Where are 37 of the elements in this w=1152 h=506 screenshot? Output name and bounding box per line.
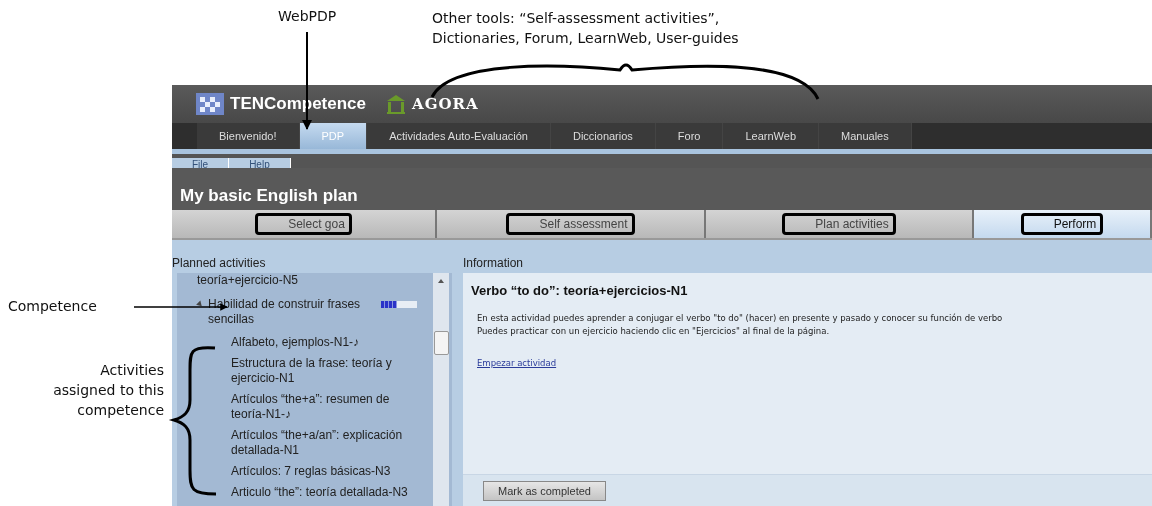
annotation-label: Other tools: “Self-assessment activities”, (432, 9, 721, 28)
step-tab[interactable]: Self assessment (437, 210, 706, 238)
annotation-label: Competence (8, 298, 97, 314)
brand-name: TENCompetence (230, 94, 367, 114)
temple-icon (386, 94, 407, 114)
nav-tab[interactable]: Manuales (819, 123, 912, 149)
activity-item[interactable]: Articulo “the”: teoría detallada-N3 (197, 482, 433, 503)
activity-item[interactable]: teoría+ejercicio-N5 (197, 273, 433, 291)
nav-tab[interactable]: Foro (655, 123, 724, 149)
logo-text: AGORA (412, 95, 479, 113)
nav-tab[interactable]: Diccionarios (550, 123, 656, 149)
annotation-label: Activities (100, 361, 164, 380)
mark-completed-button[interactable]: Mark as completed (483, 481, 606, 501)
plan-title: My basic English plan (180, 186, 358, 206)
activity-description: En esta actividad puedes aprender a conjugar el verbo "to do" (hacer) en presente y pasado y conocer su función de verbo Puedes practicar con un ejercicio haciendo clic en "Ejercicios" al final de la página. (477, 312, 1004, 338)
activity-heading: Verbo “to do”: teoría+ejercicios-N1 (471, 283, 689, 298)
activity-item[interactable]: Artículos “the+a/an”: explicación detallada-N1 (197, 425, 433, 461)
progress-meter (381, 301, 417, 308)
scrollbar[interactable] (433, 273, 449, 506)
panel-title: Information (463, 255, 525, 272)
step-tab[interactable]: Select goa (172, 210, 437, 238)
activity-item[interactable]: Artículos: 7 reglas básicas-N3 (197, 461, 433, 482)
activity-item[interactable]: Artículos “the+a”: resumen de teoría-N1-♪ (197, 389, 433, 425)
panel-title: Planned activities (172, 255, 267, 272)
nav-tab[interactable]: Bienvenido! (197, 123, 300, 149)
activity-item[interactable]: Alfabeto, ejemplos-N1-♪ (197, 332, 433, 353)
nav-tab[interactable]: LearnWeb (723, 123, 820, 149)
annotation-label: assigned to this (53, 381, 164, 400)
annotation-label: competence (77, 401, 164, 420)
step-tab[interactable]: Perform (974, 210, 1152, 238)
annotation-label: WebPDP (278, 8, 337, 24)
nav-tab[interactable]: Actividades Auto-Evaluación (367, 123, 551, 149)
start-link[interactable]: Empezar actividad (477, 358, 557, 368)
checkered-flag-icon (196, 93, 224, 115)
activity-item[interactable]: Estructura de la frase: teoría y ejercicio-N1 (197, 353, 433, 389)
annotation-label: Dictionaries, Forum, LearnWeb, User-guides (432, 29, 739, 48)
step-tab[interactable]: Plan activities (706, 210, 974, 238)
